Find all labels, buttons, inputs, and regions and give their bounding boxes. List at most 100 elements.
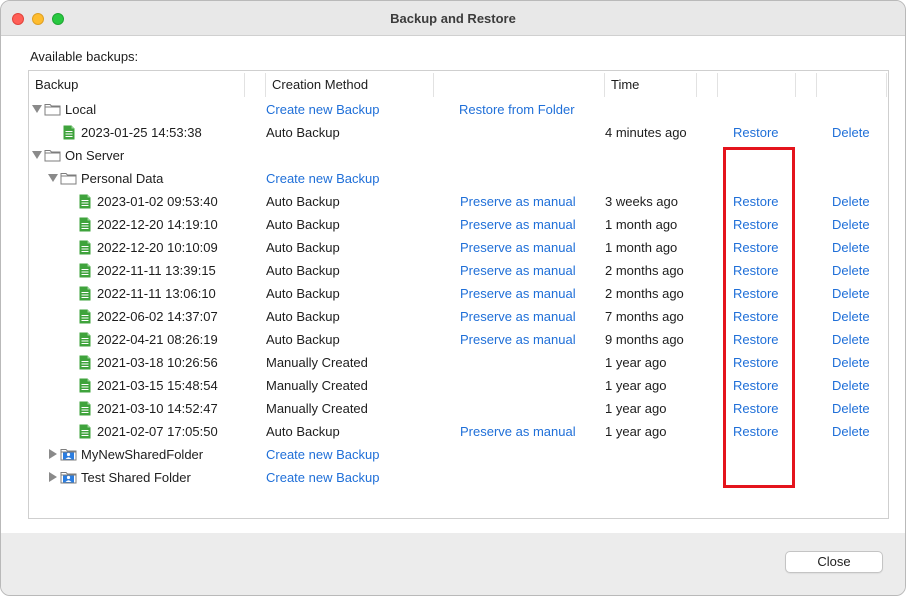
backup-name: 2022-06-02 14:37:07 <box>97 309 218 324</box>
backup-age: 1 year ago <box>605 424 667 439</box>
creation-method: Manually Created <box>266 401 368 416</box>
disclosure-triangle-collapsed[interactable] <box>49 472 57 482</box>
table-header: Backup Creation Method Time <box>29 71 888 98</box>
backup-name: 2022-11-11 13:39:15 <box>97 263 216 278</box>
column-separator <box>696 73 697 97</box>
disclosure-triangle-collapsed[interactable] <box>49 449 57 459</box>
create-new-backup-link[interactable]: Create new Backup <box>266 470 379 485</box>
table-row[interactable]: 2022-11-11 13:39:15 Auto Backup Preserve a… <box>29 259 888 282</box>
backups-table: Backup Creation Method Time Local Create … <box>28 70 889 519</box>
table-row[interactable]: 2022-06-02 14:37:07 Auto Backup Preserve a… <box>29 305 888 328</box>
creation-method: Auto Backup <box>266 332 340 347</box>
table-row[interactable]: 2021-03-10 14:52:47 Manually Created 1 yea… <box>29 397 888 420</box>
tree-row-shared-folder[interactable]: MyNewSharedFolder Create new Backup <box>29 443 888 466</box>
table-row[interactable]: 2022-12-20 10:10:09 Auto Backup Preserve a… <box>29 236 888 259</box>
restore-link[interactable]: Restore <box>733 125 779 140</box>
table-row[interactable]: 2022-12-20 14:19:10 Auto Backup Preserve a… <box>29 213 888 236</box>
table-row[interactable]: 2021-03-15 15:48:54 Manually Created 1 yea… <box>29 374 888 397</box>
tree-row-on-server[interactable]: On Server <box>29 144 888 167</box>
column-header-backup[interactable]: Backup <box>35 77 78 92</box>
restore-link[interactable]: Restore <box>733 194 779 209</box>
preserve-as-manual-link[interactable]: Preserve as manual <box>460 309 576 324</box>
restore-link[interactable]: Restore <box>733 424 779 439</box>
preserve-as-manual-link[interactable]: Preserve as manual <box>460 424 576 439</box>
title-bar: Backup and Restore <box>1 1 905 36</box>
delete-link[interactable]: Delete <box>832 194 870 209</box>
restore-link[interactable]: Restore <box>733 401 779 416</box>
tree-row-personal-data[interactable]: Personal Data Create new Backup <box>29 167 888 190</box>
table-row[interactable]: 2023-01-25 14:53:38 Auto Backup 4 minutes … <box>29 121 888 144</box>
backup-name: 2021-03-15 15:48:54 <box>97 378 218 393</box>
column-header-time[interactable]: Time <box>611 77 639 92</box>
document-icon <box>79 332 91 350</box>
backup-age: 1 year ago <box>605 378 667 393</box>
delete-link[interactable]: Delete <box>832 309 870 324</box>
backup-age: 3 weeks ago <box>605 194 678 209</box>
preserve-as-manual-link[interactable]: Preserve as manual <box>460 332 576 347</box>
disclosure-triangle-expanded[interactable] <box>32 105 42 113</box>
backup-age: 1 month ago <box>605 240 678 255</box>
backup-restore-window: Backup and Restore Available backups: Ba… <box>0 0 906 596</box>
column-separator <box>244 73 245 97</box>
delete-link[interactable]: Delete <box>832 263 870 278</box>
preserve-as-manual-link[interactable]: Preserve as manual <box>460 286 576 301</box>
backup-name: 2022-11-11 13:06:10 <box>97 286 216 301</box>
delete-link[interactable]: Delete <box>832 217 870 232</box>
table-row[interactable]: 2022-04-21 08:26:19 Auto Backup Preserve a… <box>29 328 888 351</box>
create-new-backup-link[interactable]: Create new Backup <box>266 171 379 186</box>
preserve-as-manual-link[interactable]: Preserve as manual <box>460 194 576 209</box>
dialog-footer: Close <box>1 533 905 595</box>
available-backups-label: Available backups: <box>30 49 139 64</box>
delete-link[interactable]: Delete <box>832 401 870 416</box>
restore-link[interactable]: Restore <box>733 263 779 278</box>
creation-method: Manually Created <box>266 378 368 393</box>
restore-link[interactable]: Restore <box>733 240 779 255</box>
preserve-as-manual-link[interactable]: Preserve as manual <box>460 263 576 278</box>
backup-name: 2023-01-25 14:53:38 <box>81 125 202 140</box>
delete-link[interactable]: Delete <box>832 332 870 347</box>
table-row[interactable]: 2021-03-18 10:26:56 Manually Created 1 yea… <box>29 351 888 374</box>
column-separator <box>816 73 817 97</box>
create-new-backup-link[interactable]: Create new Backup <box>266 447 379 462</box>
disclosure-triangle-expanded[interactable] <box>32 151 42 159</box>
delete-link[interactable]: Delete <box>832 355 870 370</box>
delete-link[interactable]: Delete <box>832 286 870 301</box>
document-icon <box>63 125 75 143</box>
window-title: Backup and Restore <box>390 11 516 26</box>
disclosure-triangle-expanded[interactable] <box>48 174 58 182</box>
delete-link[interactable]: Delete <box>832 125 870 140</box>
table-row[interactable]: 2023-01-02 09:53:40 Auto Backup Preserve a… <box>29 190 888 213</box>
restore-link[interactable]: Restore <box>733 378 779 393</box>
column-header-creation-method[interactable]: Creation Method <box>272 77 368 92</box>
delete-link[interactable]: Delete <box>832 378 870 393</box>
preserve-as-manual-link[interactable]: Preserve as manual <box>460 217 576 232</box>
restore-link[interactable]: Restore <box>733 355 779 370</box>
close-button[interactable]: Close <box>785 551 883 573</box>
document-icon <box>79 240 91 258</box>
backup-name: 2022-12-20 14:19:10 <box>97 217 218 232</box>
document-icon <box>79 217 91 235</box>
restore-link[interactable]: Restore <box>733 309 779 324</box>
backup-age: 2 months ago <box>605 263 684 278</box>
document-icon <box>79 401 91 419</box>
delete-link[interactable]: Delete <box>832 240 870 255</box>
creation-method: Auto Backup <box>266 286 340 301</box>
create-new-backup-link[interactable]: Create new Backup <box>266 102 379 117</box>
table-row[interactable]: 2022-11-11 13:06:10 Auto Backup Preserve a… <box>29 282 888 305</box>
delete-link[interactable]: Delete <box>832 424 870 439</box>
creation-method: Auto Backup <box>266 240 340 255</box>
table-row[interactable]: 2021-02-07 17:05:50 Auto Backup Preserve a… <box>29 420 888 443</box>
preserve-as-manual-link[interactable]: Preserve as manual <box>460 240 576 255</box>
restore-link[interactable]: Restore <box>733 286 779 301</box>
column-separator <box>795 73 796 97</box>
tree-row-shared-folder[interactable]: Test Shared Folder Create new Backup <box>29 466 888 489</box>
tree-row-local[interactable]: Local Create new Backup Restore from Folde… <box>29 98 888 121</box>
restore-link[interactable]: Restore <box>733 332 779 347</box>
backup-age: 7 months ago <box>605 309 684 324</box>
restore-from-folder-link[interactable]: Restore from Folder <box>459 102 575 117</box>
backup-age: 1 month ago <box>605 217 678 232</box>
backup-age: 9 months ago <box>605 332 684 347</box>
restore-link[interactable]: Restore <box>733 217 779 232</box>
creation-method: Auto Backup <box>266 309 340 324</box>
creation-method: Auto Backup <box>266 194 340 209</box>
